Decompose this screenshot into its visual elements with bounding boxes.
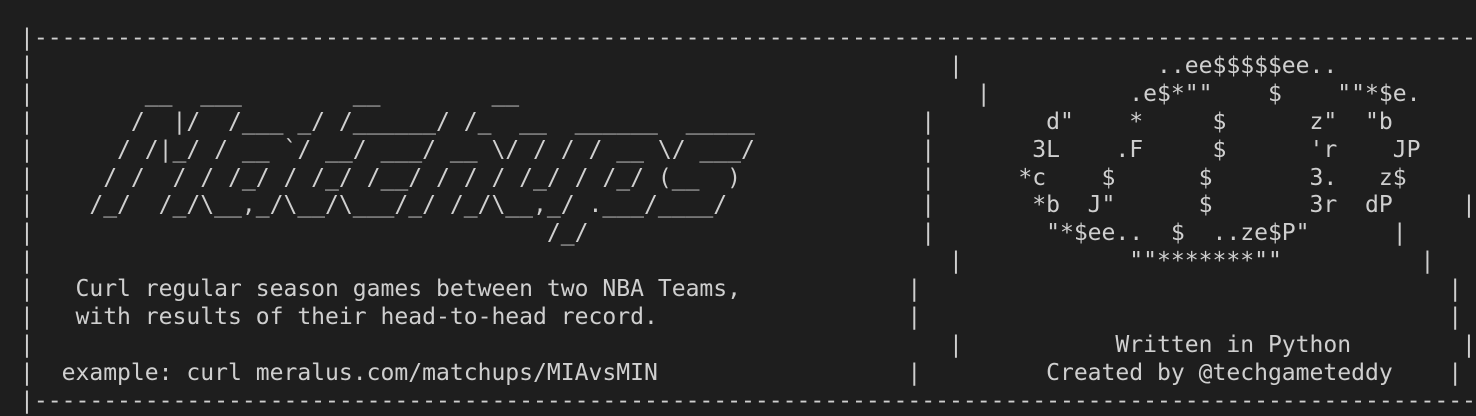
banner-line-8: | | ""*******"" | xyxy=(20,248,1435,275)
banner-line-1: | | ..ee$$$$$ee.. | xyxy=(20,52,1476,79)
description-line-2: | with results of their head-to-head rec… xyxy=(20,304,1463,331)
written-in-line: | | Written in Python | xyxy=(20,331,1476,358)
top-border: |---------------------------------------… xyxy=(20,25,1476,51)
example-command-line: | example: curl meralus.com/matchups/MIA… xyxy=(20,359,1463,386)
banner-line-5: | / / / / /_/ / /_/ /__/ / / / /_/ / /_/… xyxy=(20,164,1476,191)
banner-line-4: | / /|_/ / __ `/ __/ ___/ __ \/ / / / __… xyxy=(20,136,1476,163)
banner-line-6: | /_/ /_/\__,_/\__/\___/_/ /_/\__,_/ .__… xyxy=(20,192,1476,219)
banner-line-3: | / |/ /___ _/ /______/ /_ __ ______ ___… xyxy=(20,108,1476,135)
bottom-border: |---------------------------------------… xyxy=(20,387,1476,414)
description-line-1: | Curl regular season games between two … xyxy=(20,276,1463,303)
banner-line-2: | __ ___ __ __ | .e$*"" $ ""*$e. | xyxy=(20,80,1476,107)
banner-line-7: | /_/ | "*$ee.. $ ..ze$P" | xyxy=(20,220,1407,247)
terminal-output: |---------------------------------------… xyxy=(20,25,1476,416)
